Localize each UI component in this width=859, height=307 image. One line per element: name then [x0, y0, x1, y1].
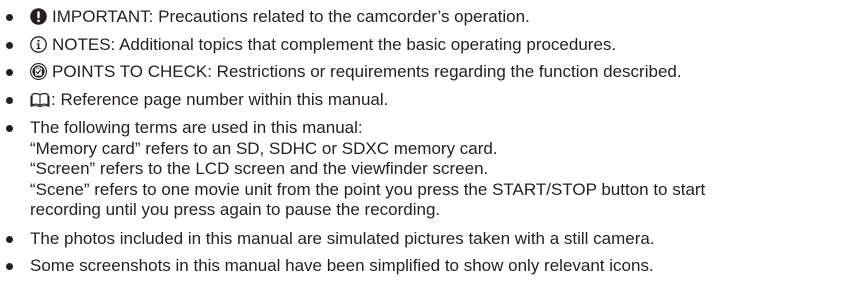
bullet-dot — [6, 235, 13, 243]
important-text: IMPORTANT: Precautions related to the ca… — [52, 7, 530, 26]
manual-conventions-page: IMPORTANT: Precautions related to the ca… — [0, 0, 859, 307]
bullet-dot — [6, 14, 13, 21]
list-item: The photos included in this manual are s… — [0, 229, 859, 250]
points-to-check-icon — [30, 63, 47, 80]
bullet-dot — [6, 96, 13, 104]
term-screen: “Screen” refers to the LCD screen and th… — [30, 159, 489, 178]
photos-note: The photos included in this manual are s… — [30, 228, 655, 248]
reference-page-text: : Reference page number within this manu… — [51, 89, 389, 109]
list-item: NOTES: Additional topics that complement… — [0, 35, 859, 56]
bullet-dot — [6, 263, 13, 270]
bullet-dot — [6, 69, 13, 76]
list-item: IMPORTANT: Precautions related to the ca… — [0, 7, 859, 28]
bullet-dot — [6, 125, 13, 132]
notes-icon — [30, 35, 47, 53]
list-item-terms: The following terms are used in this man… — [0, 118, 859, 221]
terms-intro: The following terms are used in this man… — [30, 118, 363, 137]
bullet-dot — [6, 41, 13, 49]
term-scene: “Scene” refers to one movie unit from th… — [30, 179, 706, 199]
conventions-list: IMPORTANT: Precautions related to the ca… — [0, 0, 859, 277]
screenshots-note: Some screenshots in this manual have bee… — [30, 256, 654, 275]
list-item: : Reference page number within this manu… — [0, 90, 859, 111]
term-scene-continued: recording until you press again to pause… — [30, 200, 441, 219]
list-item: POINTS TO CHECK: Restrictions or require… — [0, 62, 859, 83]
notes-text: NOTES: Additional topics that complement… — [52, 34, 617, 54]
reference-page-icon — [30, 91, 50, 108]
points-to-check-text: POINTS TO CHECK: Restrictions or require… — [52, 62, 682, 81]
term-memory-card: “Memory card” refers to an SD, SDHC or S… — [30, 138, 498, 158]
important-icon — [30, 8, 47, 25]
list-item: Some screenshots in this manual have bee… — [0, 256, 859, 277]
